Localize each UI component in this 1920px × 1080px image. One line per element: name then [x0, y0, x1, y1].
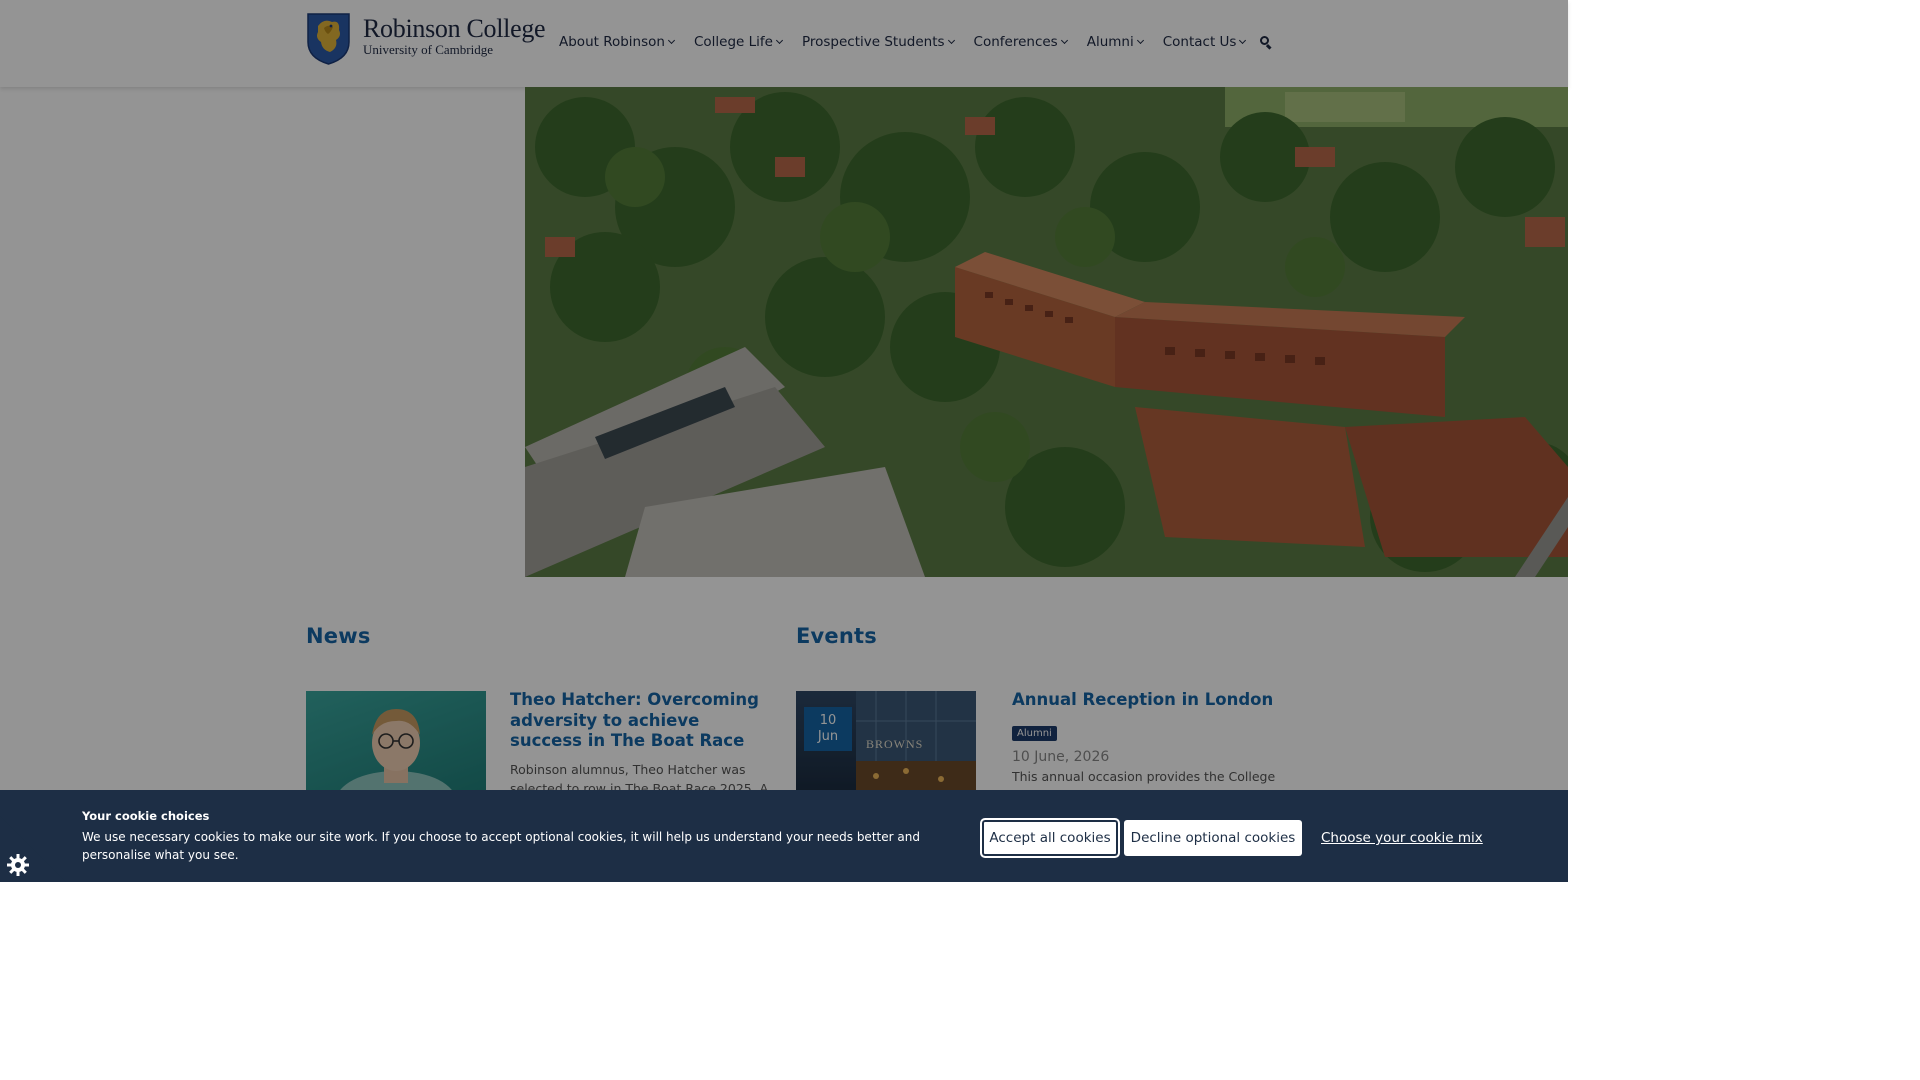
- cookie-title: Your cookie choices: [82, 809, 210, 823]
- decline-optional-cookies-button[interactable]: Decline optional cookies: [1124, 820, 1302, 856]
- choose-cookie-mix-link[interactable]: Choose your cookie mix: [1321, 830, 1483, 846]
- accept-all-cookies-button[interactable]: Accept all cookies: [980, 818, 1120, 858]
- cookie-settings-button[interactable]: [0, 816, 66, 882]
- gear-icon: [7, 854, 29, 876]
- cookie-banner: Your cookie choices We use necessary coo…: [0, 790, 1568, 882]
- page-overlay: [0, 0, 1568, 882]
- cookie-description: We use necessary cookies to make our sit…: [82, 830, 920, 862]
